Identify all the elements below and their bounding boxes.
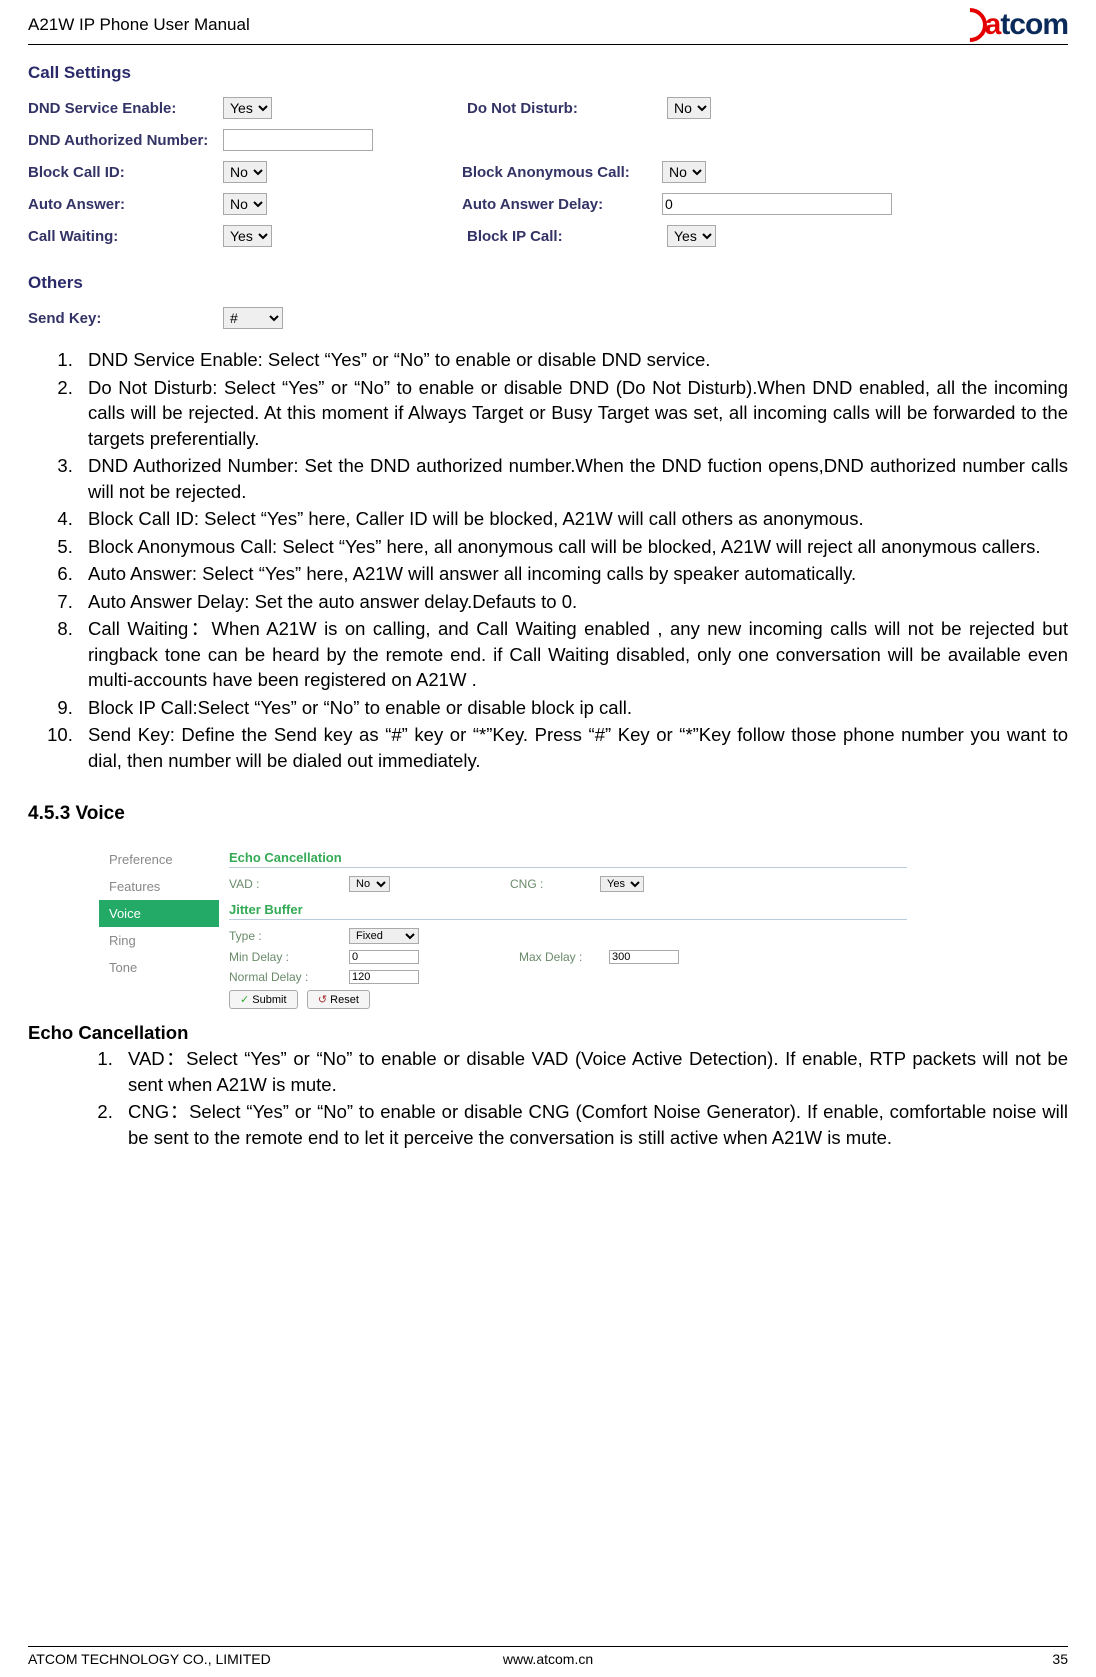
block-callid-select[interactable]: No (223, 161, 267, 183)
list-item: Block IP Call:Select “Yes” or “No” to en… (78, 695, 1068, 721)
max-delay-input[interactable] (609, 950, 679, 964)
send-key-select[interactable]: # (223, 307, 283, 329)
block-anon-label: Block Anonymous Call: (462, 164, 662, 181)
auto-answer-select[interactable]: No (223, 193, 267, 215)
echo-cancellation-heading: Echo Cancellation (28, 1022, 1068, 1044)
sidebar-item-preference[interactable]: Preference (99, 846, 219, 873)
min-delay-input[interactable] (349, 950, 419, 964)
cng-select[interactable]: Yes (600, 876, 644, 892)
page-footer: ATCOM TECHNOLOGY CO., LIMITED www.atcom.… (28, 1646, 1068, 1667)
dnd-auth-label: DND Authorized Number: (28, 132, 223, 149)
dnd-label: Do Not Disturb: (467, 100, 667, 117)
echo-cancel-subheading: Echo Cancellation (229, 846, 907, 868)
manual-title: A21W IP Phone User Manual (28, 15, 250, 35)
block-ip-select[interactable]: Yes (667, 225, 716, 247)
block-callid-label: Block Call ID: (28, 164, 223, 181)
list-item: Do Not Disturb: Select “Yes” or “No” to … (78, 375, 1068, 452)
auto-answer-delay-input[interactable] (662, 193, 892, 215)
block-ip-label: Block IP Call: (467, 228, 667, 245)
list-item: Send Key: Define the Send key as “#” key… (78, 722, 1068, 773)
atcom-logo: atcom (953, 8, 1068, 42)
call-settings-form: Call Settings DND Service Enable: Yes Do… (28, 63, 1068, 329)
feature-description-list: DND Service Enable: Select “Yes” or “No”… (28, 347, 1068, 773)
list-item: DND Service Enable: Select “Yes” or “No”… (78, 347, 1068, 373)
auto-answer-label: Auto Answer: (28, 196, 223, 213)
min-delay-label: Min Delay : (229, 950, 349, 964)
auto-answer-delay-label: Auto Answer Delay: (462, 196, 662, 213)
type-label: Type : (229, 929, 349, 943)
others-heading: Others (28, 273, 1068, 293)
list-item: Block Call ID: Select “Yes” here, Caller… (78, 506, 1068, 532)
sidebar-item-voice[interactable]: Voice (99, 900, 219, 927)
call-settings-heading: Call Settings (28, 63, 1068, 83)
list-item: Call Waiting：When A21W is on calling, an… (78, 616, 1068, 693)
sidebar-item-features[interactable]: Features (99, 873, 219, 900)
dnd-service-label: DND Service Enable: (28, 100, 223, 117)
jitter-buffer-subheading: Jitter Buffer (229, 898, 907, 920)
logo-rest: tcom (1000, 8, 1068, 42)
footer-company: ATCOM TECHNOLOGY CO., LIMITED (28, 1651, 271, 1667)
dnd-select[interactable]: No (667, 97, 711, 119)
block-anon-select[interactable]: No (662, 161, 706, 183)
voice-sidebar: Preference Features Voice Ring Tone (99, 846, 219, 1015)
call-waiting-label: Call Waiting: (28, 228, 223, 245)
dnd-service-select[interactable]: Yes (223, 97, 272, 119)
normal-delay-input[interactable] (349, 970, 419, 984)
sidebar-item-ring[interactable]: Ring (99, 927, 219, 954)
max-delay-label: Max Delay : (519, 950, 609, 964)
dnd-auth-input[interactable] (223, 129, 373, 151)
list-item: Auto Answer: Select “Yes” here, A21W wil… (78, 561, 1068, 587)
send-key-label: Send Key: (28, 310, 223, 327)
submit-button[interactable]: Submit (229, 990, 298, 1009)
footer-url: www.atcom.cn (503, 1651, 593, 1667)
list-item: Block Anonymous Call: Select “Yes” here,… (78, 534, 1068, 560)
footer-page-number: 35 (1052, 1651, 1068, 1667)
vad-select[interactable]: No (349, 876, 390, 892)
sidebar-item-tone[interactable]: Tone (99, 954, 219, 981)
call-waiting-select[interactable]: Yes (223, 225, 272, 247)
list-item: DND Authorized Number: Set the DND autho… (78, 453, 1068, 504)
voice-section-heading: 4.5.3 Voice (28, 803, 1068, 825)
voice-settings-panel: Preference Features Voice Ring Tone Echo… (98, 845, 918, 1016)
normal-delay-label: Normal Delay : (229, 970, 349, 984)
cng-label: CNG : (510, 877, 600, 891)
page-header: A21W IP Phone User Manual atcom (28, 0, 1068, 45)
vad-label: VAD : (229, 877, 349, 891)
reset-button[interactable]: Reset (307, 990, 370, 1009)
list-item: Auto Answer Delay: Set the auto answer d… (78, 589, 1068, 615)
type-select[interactable]: Fixed (349, 928, 419, 944)
list-item: VAD：Select “Yes” or “No” to enable or di… (118, 1046, 1068, 1097)
echo-list: VAD：Select “Yes” or “No” to enable or di… (28, 1046, 1068, 1150)
list-item: CNG：Select “Yes” or “No” to enable or di… (118, 1099, 1068, 1150)
